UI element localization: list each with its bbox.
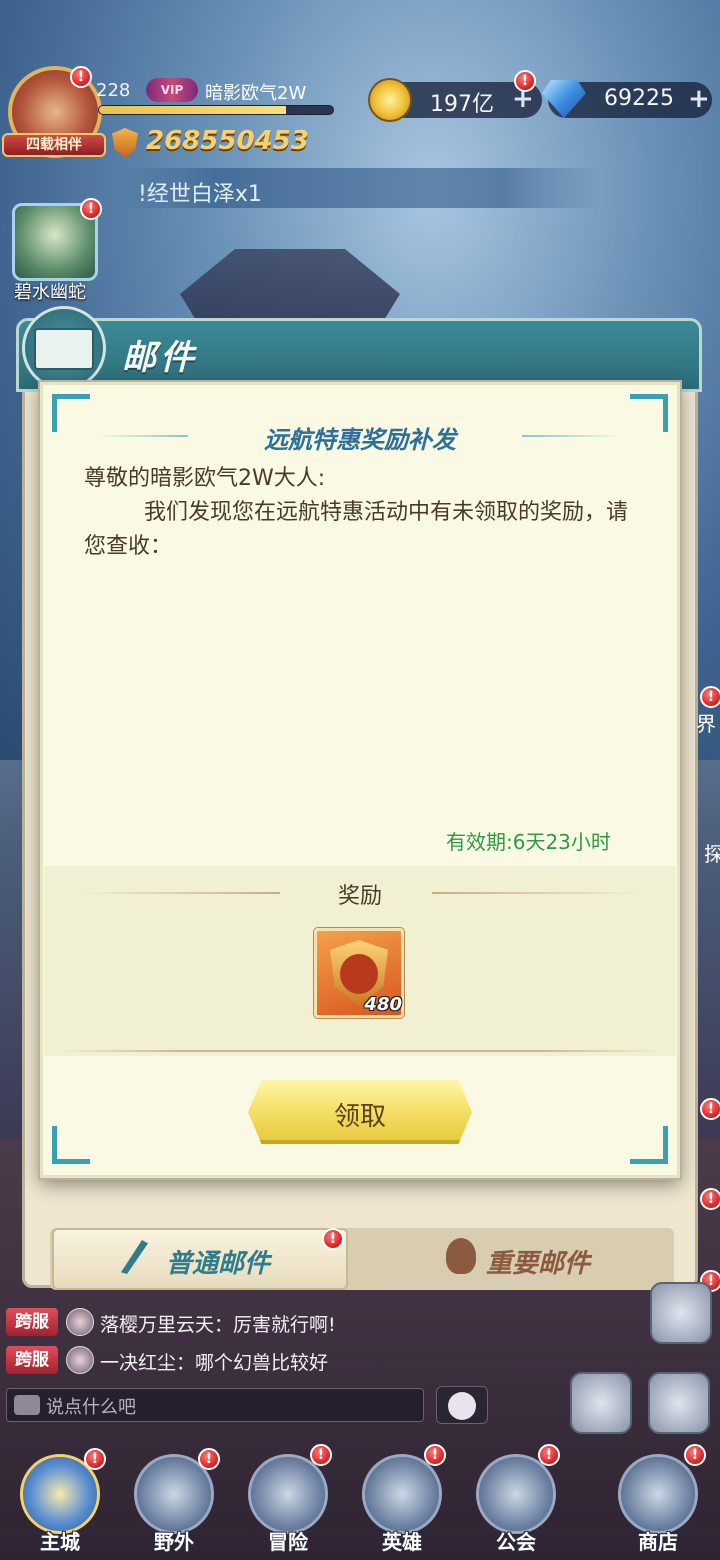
envelope-icon (34, 328, 94, 370)
tab-important-mail-label[interactable]: 重要邮件 (486, 1243, 590, 1280)
nav-guild[interactable]: 公会 (466, 1450, 566, 1560)
smiley-icon (448, 1392, 476, 1420)
side-label-explore[interactable]: 探 (704, 838, 720, 867)
claim-button-label[interactable]: 领取 (248, 1096, 472, 1133)
side-notification-badge: ! (700, 1098, 720, 1120)
add-gems-button[interactable]: + (688, 86, 710, 112)
exp-bar (98, 105, 334, 115)
tab-normal-mail-label: 普通邮件 (166, 1249, 271, 1279)
guild-icon (476, 1454, 556, 1534)
nav-shop[interactable]: 商店 (608, 1450, 708, 1560)
backpack-button[interactable] (648, 1372, 710, 1434)
chat-message: 落樱万里云天：厉害就行啊! (100, 1314, 336, 1336)
avatar-notification-badge: ! (70, 66, 92, 88)
nav-notification-badge: ! (84, 1448, 106, 1470)
side-notification-badge: ! (700, 1188, 720, 1210)
mail-panel-header (16, 318, 702, 392)
nav-label: 冒险 (268, 1530, 308, 1554)
chat-message: 一决红尘：哪个幻兽比较好 (100, 1352, 329, 1374)
gold-coin-icon (368, 78, 412, 122)
pet-notification-badge: ! (80, 198, 102, 220)
helmet-icon (362, 1454, 442, 1534)
nav-notification-badge: ! (684, 1444, 706, 1466)
nav-adventure[interactable]: 冒险 (238, 1450, 338, 1560)
side-label-world[interactable]: 界 (696, 708, 716, 737)
nav-notification-badge: ! (310, 1444, 332, 1466)
reward-quantity: 480 (364, 994, 402, 1015)
nav-notification-badge: ! (538, 1444, 560, 1466)
player-name: 暗影欧气2W (205, 83, 307, 104)
validity-period: 有效期:6天23小时 (446, 830, 611, 854)
gem-amount: 69225 (604, 86, 674, 111)
dialog-corner (52, 1126, 90, 1164)
ranking-button[interactable] (570, 1372, 632, 1434)
shop-icon (618, 1454, 698, 1534)
chat-bubble-icon (14, 1395, 40, 1415)
chat-avatar (66, 1346, 94, 1374)
chat-input-placeholder[interactable]: 说点什么吧 (46, 1393, 136, 1419)
friends-button[interactable] (650, 1282, 712, 1344)
gold-notification-badge: ! (514, 70, 536, 92)
exp-bar-fill (99, 106, 287, 114)
reward-heading: 奖励 (337, 884, 382, 909)
chat-avatar (66, 1308, 94, 1336)
nav-label: 英雄 (382, 1530, 422, 1554)
hot-air-balloon-icon[interactable] (446, 1238, 476, 1274)
ticker-text: !经世白泽x1 (138, 182, 262, 207)
nav-label: 公会 (496, 1530, 536, 1554)
adventure-icon (248, 1454, 328, 1534)
reward-divider (58, 1050, 662, 1052)
dialog-corner (630, 1126, 668, 1164)
nav-label: 商店 (638, 1530, 678, 1554)
mail-body-text: 我们发现您在远航特惠活动中有未领取的奖励，请您查收： (84, 500, 629, 559)
nav-label: 主城 (40, 1530, 80, 1554)
vip-badge: VIP (146, 78, 198, 102)
nav-notification-badge: ! (198, 1448, 220, 1470)
nav-notification-badge: ! (424, 1444, 446, 1466)
chat-channel-tag: 跨服 (6, 1308, 58, 1336)
normal-mail-notification-badge: ! (322, 1228, 344, 1250)
mail-panel-title: 邮件 (122, 338, 198, 378)
avatar-tag: 四载相伴 (2, 133, 106, 157)
emblem-center (340, 954, 378, 994)
side-notification-badge: ! (700, 686, 720, 708)
combat-power: 268550453 (146, 126, 309, 156)
chat-channel-tag: 跨服 (6, 1346, 58, 1374)
player-level: 228 (96, 80, 131, 101)
mail-title: 远航特惠奖励补发 (264, 426, 456, 454)
mail-greeting: 尊敬的暗影欧气2W大人: (84, 466, 326, 491)
nav-heroes[interactable]: 英雄 (352, 1450, 452, 1560)
gold-amount: 197亿 (430, 92, 494, 117)
pet-label: 碧水幽蛇 (14, 282, 86, 303)
nav-label: 野外 (154, 1530, 194, 1554)
